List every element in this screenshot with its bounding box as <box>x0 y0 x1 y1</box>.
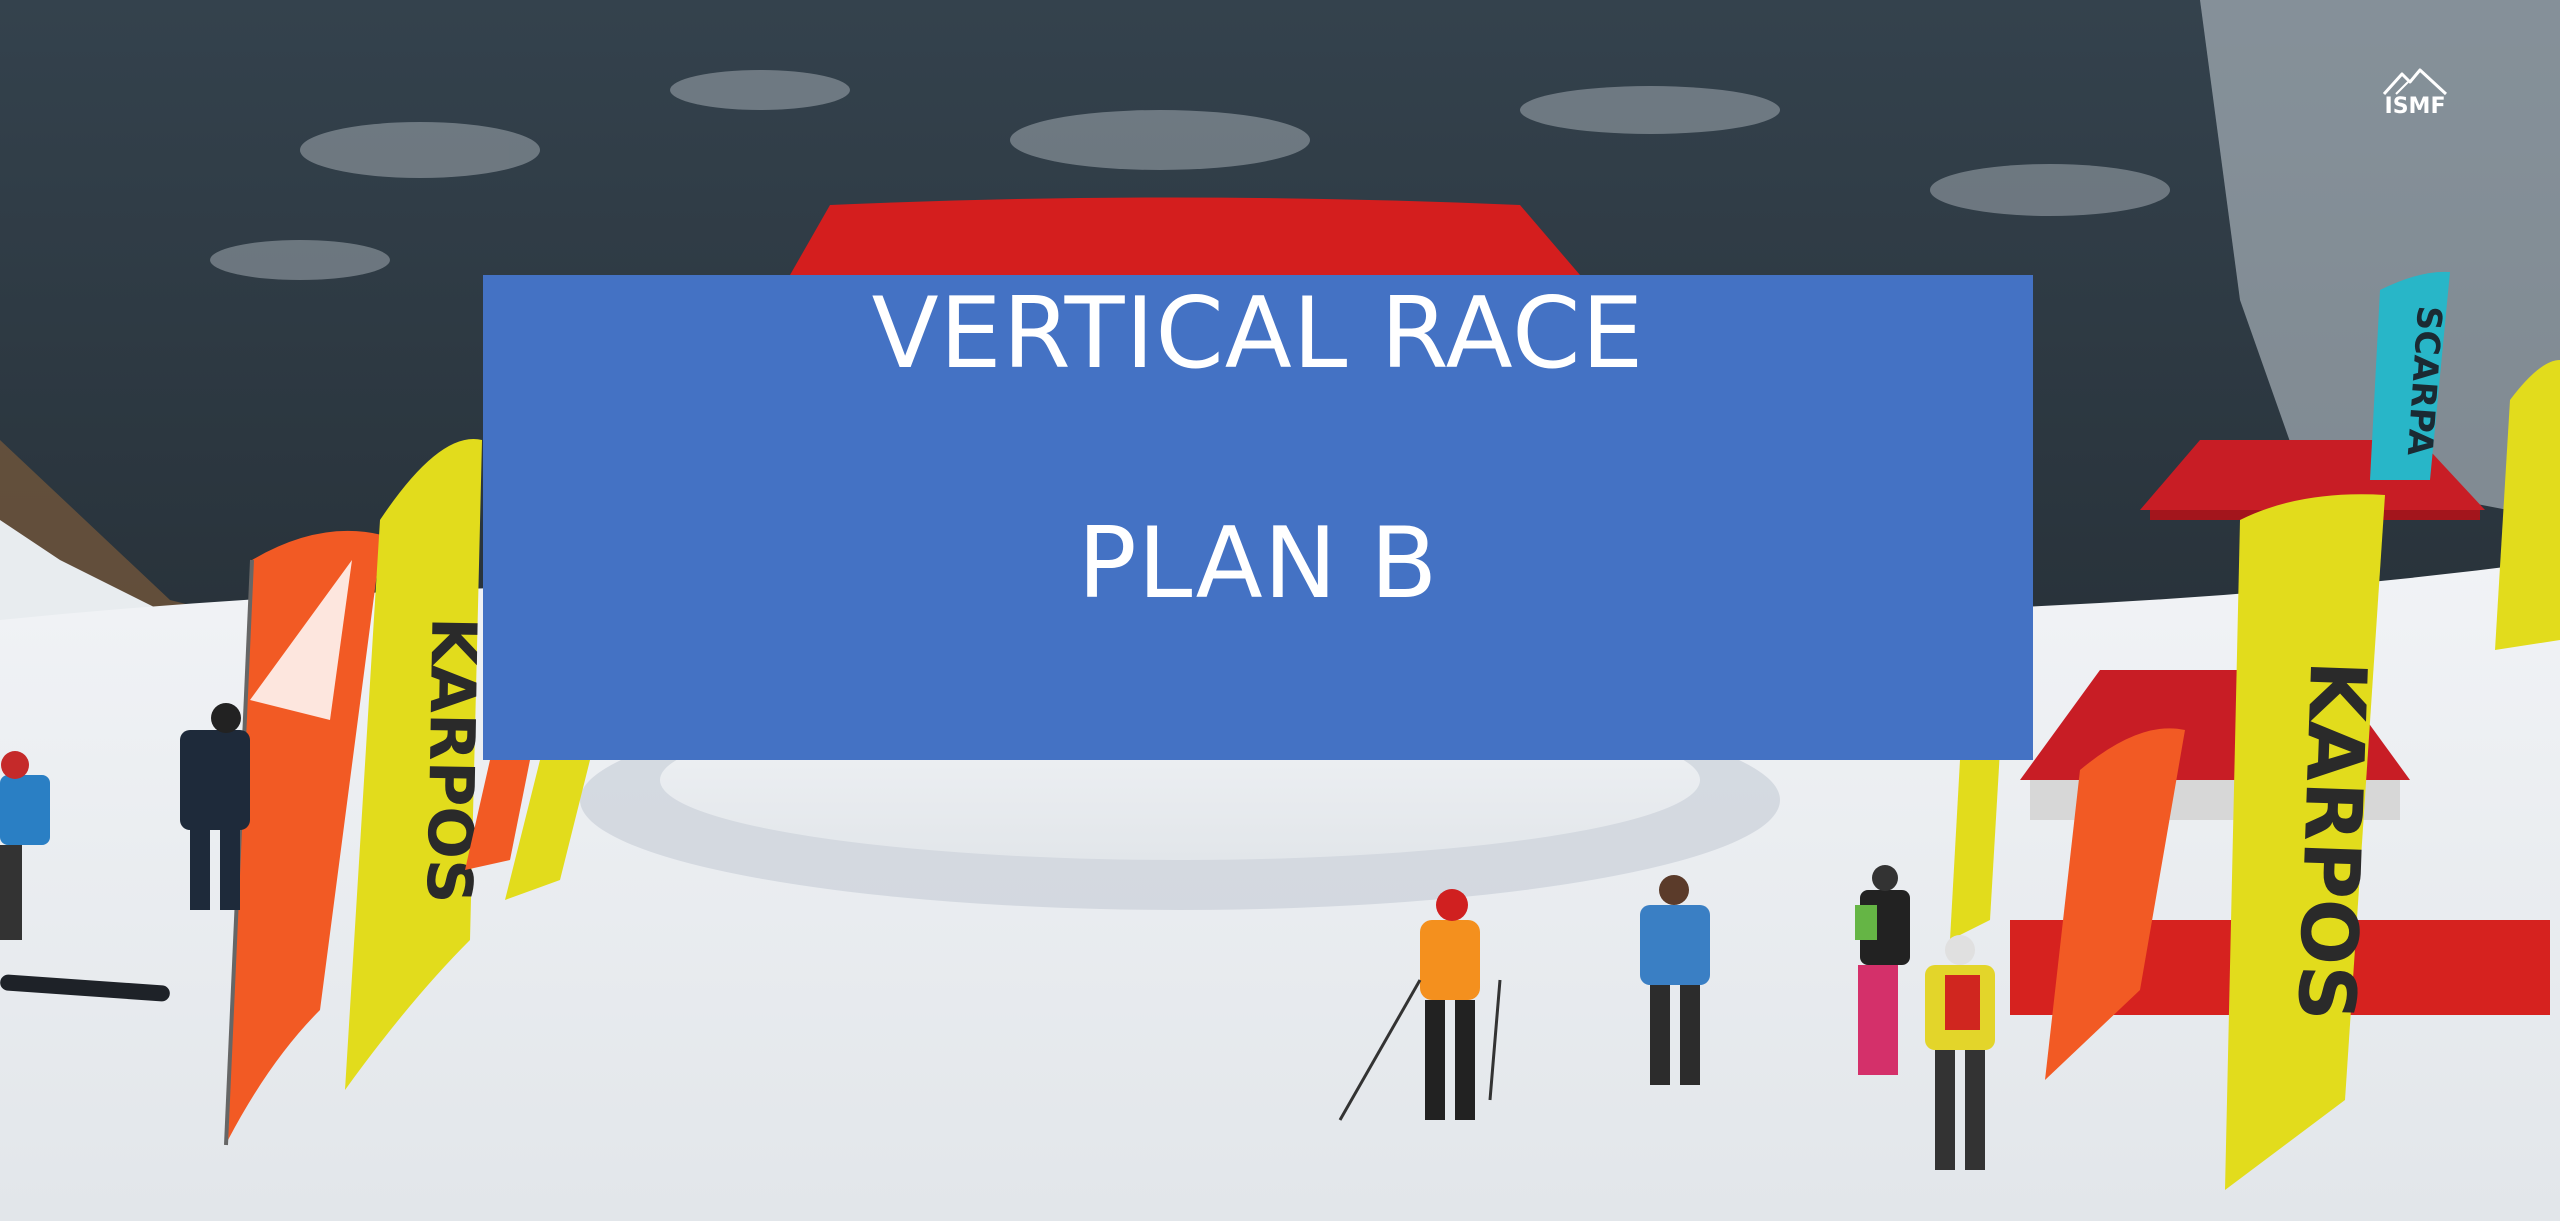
flag-scarpa: SCARPA <box>2370 271 2450 480</box>
presentation-slide: KARPOS SCARPA KARPOS VERTICAL RACE PLAN … <box>0 0 2560 1221</box>
ismf-logo: ISMF <box>2378 66 2452 126</box>
title-box: VERTICAL RACE PLAN B <box>483 275 2033 760</box>
slide-subtitle: PLAN B <box>1077 507 1439 621</box>
mountain-logo-icon <box>2382 68 2448 96</box>
svg-text:KARPOS: KARPOS <box>2280 659 2383 1022</box>
slide-title: VERTICAL RACE <box>871 277 1645 391</box>
logo-text: ISMF <box>2384 94 2446 119</box>
start-arch <box>790 197 1580 275</box>
